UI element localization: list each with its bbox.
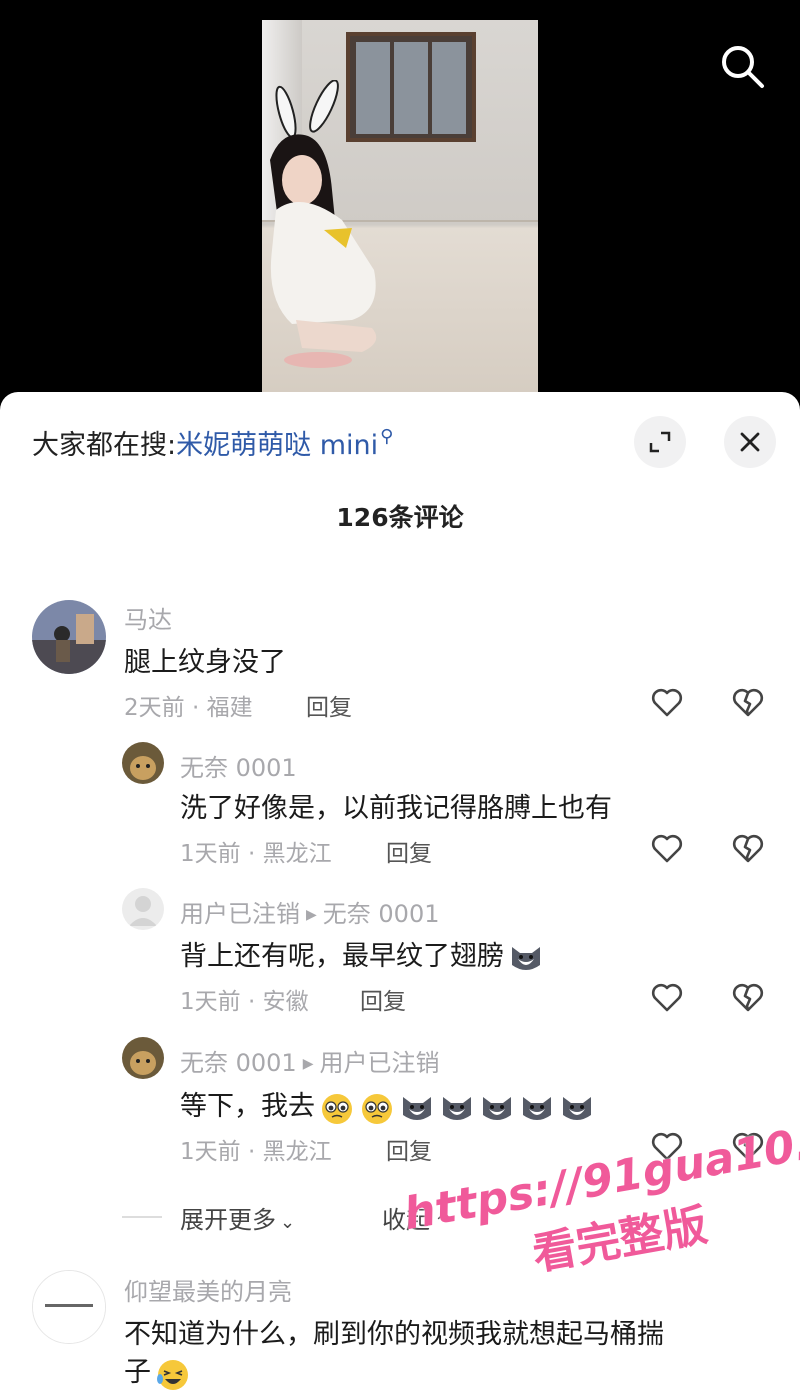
comment-meta: 1天前 · 安徽	[180, 989, 309, 1015]
search-icon[interactable]	[716, 40, 768, 92]
avatar[interactable]	[32, 600, 106, 674]
comment-text-row: 子	[124, 1350, 191, 1391]
comment-author-with-reply-to: 用户已注销 ▶ 无奈 0001	[180, 894, 440, 929]
dislike-broken-heart-icon[interactable]	[730, 1128, 766, 1164]
dislike-broken-heart-icon[interactable]	[730, 830, 766, 866]
husky-emoji-icon	[523, 1096, 551, 1120]
husky-emoji-icon	[403, 1096, 431, 1120]
like-heart-icon[interactable]	[649, 1128, 685, 1164]
thread-divider	[122, 1216, 162, 1218]
husky-emoji-icon	[483, 1096, 511, 1120]
avatar[interactable]	[122, 1037, 164, 1079]
avatar[interactable]	[32, 1270, 106, 1344]
comment-author[interactable]: 用户已注销	[180, 900, 300, 928]
pleading-face-emoji-icon	[362, 1093, 392, 1124]
reply-button[interactable]: 回复	[386, 834, 432, 868]
collapse-button[interactable]: 收起 ⌃	[382, 1200, 449, 1235]
expand-icon[interactable]	[634, 416, 686, 468]
comment-text-row: 背上还有呢，最早纹了翅膀	[180, 934, 544, 975]
husky-emoji-icon	[563, 1096, 591, 1120]
comment-meta: 1天前 · 黑龙江	[180, 841, 332, 867]
comment-text: 腿上纹身没了	[124, 647, 286, 678]
suggestion-term[interactable]: 米妮萌萌哒 mini	[176, 423, 378, 462]
comment-text: 等下，我去	[180, 1091, 315, 1122]
reply-arrow-icon: ▶	[302, 1056, 314, 1072]
comment-author-with-reply-to: 无奈 0001 ▶ 用户已注销	[180, 1043, 440, 1078]
comment-text-continued: 子	[124, 1357, 151, 1388]
husky-emoji-icon	[443, 1096, 471, 1120]
close-icon[interactable]	[724, 416, 776, 468]
chevron-down-icon: ⌄	[280, 1212, 296, 1233]
expand-more-label: 展开更多	[180, 1206, 276, 1234]
reply-button[interactable]: 回复	[306, 688, 352, 722]
video-area[interactable]	[0, 0, 800, 420]
avatar[interactable]	[122, 742, 164, 784]
comment-meta: 1天前 · 黑龙江	[180, 1139, 332, 1165]
comment-author[interactable]: 无奈 0001	[180, 748, 297, 783]
like-heart-icon[interactable]	[649, 830, 685, 866]
reply-button[interactable]: 回复	[360, 982, 406, 1016]
comment-text: 不知道为什么，刷到你的视频我就想起马桶揣	[124, 1319, 664, 1350]
reply-to-user[interactable]: 用户已注销	[320, 1049, 440, 1077]
dislike-broken-heart-icon[interactable]	[730, 979, 766, 1015]
pleading-face-emoji-icon	[322, 1093, 352, 1124]
laughing-tears-emoji-icon	[157, 1359, 188, 1390]
comment-author[interactable]: 无奈 0001	[180, 1049, 297, 1077]
comment-count-title: 126条评论	[336, 503, 464, 532]
comment-text-row: 等下，我去	[180, 1084, 595, 1125]
like-heart-icon[interactable]	[649, 979, 685, 1015]
expand-more-button[interactable]: 展开更多 ⌄	[180, 1200, 295, 1235]
chevron-up-icon: ⌃	[434, 1212, 450, 1233]
reply-to-user[interactable]: 无奈 0001	[323, 900, 440, 928]
avatar[interactable]	[122, 888, 164, 930]
reply-arrow-icon: ▶	[306, 907, 317, 923]
comments-sheet: 大家都在搜: 米妮萌萌哒 mini ⚲ 126条评论 马达 腿上纹身没了 2天前…	[0, 392, 800, 1391]
suggestion-search-icon: ⚲	[380, 425, 394, 447]
suggestion-prefix: 大家都在搜:	[32, 429, 177, 461]
video-thumbnail[interactable]	[262, 20, 538, 392]
comment-author[interactable]: 马达	[124, 600, 172, 635]
video-person	[270, 80, 377, 368]
husky-emoji-icon	[512, 946, 540, 970]
search-suggestion[interactable]: 大家都在搜: 米妮萌萌哒 mini ⚲	[32, 422, 393, 462]
reply-button[interactable]: 回复	[386, 1132, 432, 1166]
like-heart-icon[interactable]	[649, 684, 685, 720]
comment-text: 洗了好像是，以前我记得胳膊上也有	[180, 793, 612, 824]
comment-text: 背上还有呢，最早纹了翅膀	[180, 941, 504, 972]
comment-author[interactable]: 仰望最美的月亮	[124, 1272, 292, 1307]
collapse-label: 收起	[382, 1206, 430, 1234]
dislike-broken-heart-icon[interactable]	[730, 684, 766, 720]
comment-meta: 2天前 · 福建	[124, 695, 253, 721]
